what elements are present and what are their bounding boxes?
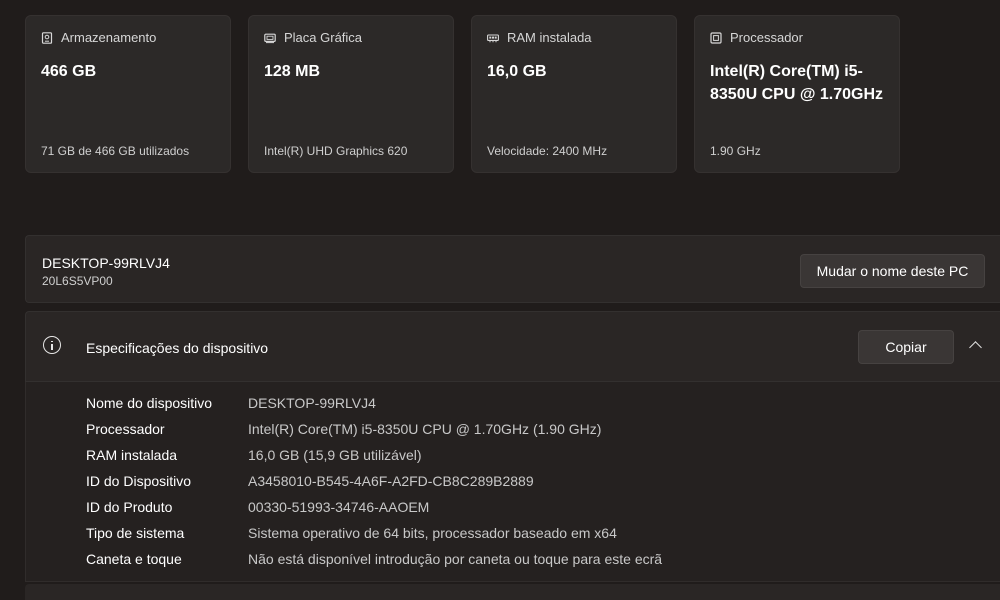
processor-card-subtitle: 1.90 GHz [710, 144, 761, 158]
processor-card: Processador Intel(R) Core(TM) i5-8350U C… [694, 15, 900, 173]
graphics-card-icon [264, 33, 276, 43]
device-specs-title: Especificações do dispositivo [86, 340, 269, 356]
spec-row-pen-touch: Caneta e toque Não está disponível intro… [86, 551, 662, 577]
spec-value: 00330-51993-34746-AAOEM [248, 499, 430, 515]
next-section-edge [25, 584, 1000, 600]
ram-card-value: 16,0 GB [487, 63, 547, 80]
spec-row-processor: Processador Intel(R) Core(TM) i5-8350U C… [86, 421, 601, 447]
spec-row-product-id: ID do Produto 00330-51993-34746-AAOEM [86, 499, 429, 525]
info-icon [43, 336, 61, 354]
spec-label: Processador [86, 421, 165, 437]
memory-icon [487, 33, 499, 42]
storage-card: Armazenamento 466 GB 71 GB de 466 GB uti… [25, 15, 231, 173]
ram-card-title: RAM instalada [507, 30, 592, 45]
spec-value: DESKTOP-99RLVJ4 [248, 395, 376, 411]
device-specs-header[interactable]: Especificações do dispositivo Copiar [25, 311, 1000, 382]
spec-label: RAM instalada [86, 447, 178, 463]
chevron-up-icon[interactable] [969, 341, 982, 354]
storage-card-subtitle: 71 GB de 466 GB utilizados [41, 144, 190, 158]
device-model: 20L6S5VP00 [42, 274, 113, 288]
storage-icon [41, 31, 53, 44]
spec-label: ID do Dispositivo [86, 473, 192, 489]
rename-pc-button[interactable]: Mudar o nome deste PC [800, 254, 985, 288]
spec-value: Não está disponível introdução por canet… [248, 551, 663, 567]
device-specs-list: Nome do dispositivo DESKTOP-99RLVJ4 Proc… [25, 382, 1000, 582]
spec-row-device-name: Nome do dispositivo DESKTOP-99RLVJ4 [86, 395, 376, 421]
storage-card-title: Armazenamento [61, 30, 157, 45]
ram-card-subtitle: Velocidade: 2400 MHz [487, 144, 608, 158]
spec-row-ram: RAM instalada 16,0 GB (15,9 GB utilizáve… [86, 447, 422, 473]
spec-value: Intel(R) Core(TM) i5-8350U CPU @ 1.70GHz… [248, 421, 602, 437]
ram-card: RAM instalada 16,0 GB Velocidade: 2400 M… [471, 15, 677, 173]
spec-row-device-id: ID do Dispositivo A3458010-B545-4A6F-A2F… [86, 473, 534, 499]
processor-card-title: Processador [730, 30, 803, 45]
spec-label: ID do Produto [86, 499, 173, 515]
spec-value: A3458010-B545-4A6F-A2FD-CB8C289B2889 [248, 473, 534, 489]
processor-icon [710, 31, 722, 44]
graphics-card-value: 128 MB [264, 63, 321, 80]
graphics-card-subtitle: Intel(R) UHD Graphics 620 [264, 144, 408, 158]
spec-row-system-type: Tipo de sistema Sistema operativo de 64 … [86, 525, 617, 551]
spec-label: Caneta e toque [86, 551, 182, 567]
spec-label: Tipo de sistema [86, 525, 185, 541]
graphics-card-title: Placa Gráfica [284, 30, 363, 45]
spec-value: Sistema operativo de 64 bits, processado… [248, 525, 617, 541]
device-name-panel: DESKTOP-99RLVJ4 20L6S5VP00 Mudar o nome … [25, 235, 1000, 303]
device-name: DESKTOP-99RLVJ4 [42, 255, 170, 271]
processor-card-value: Intel(R) Core(TM) i5-8350U CPU @ 1.70GHz [710, 63, 884, 103]
hardware-cards: Armazenamento 466 GB 71 GB de 466 GB uti… [25, 15, 900, 173]
copy-button[interactable]: Copiar [858, 330, 954, 364]
graphics-card: Placa Gráfica 128 MB Intel(R) UHD Graphi… [248, 15, 454, 173]
storage-card-value: 466 GB [41, 63, 97, 80]
spec-label: Nome do dispositivo [86, 395, 213, 411]
spec-value: 16,0 GB (15,9 GB utilizável) [248, 447, 422, 463]
